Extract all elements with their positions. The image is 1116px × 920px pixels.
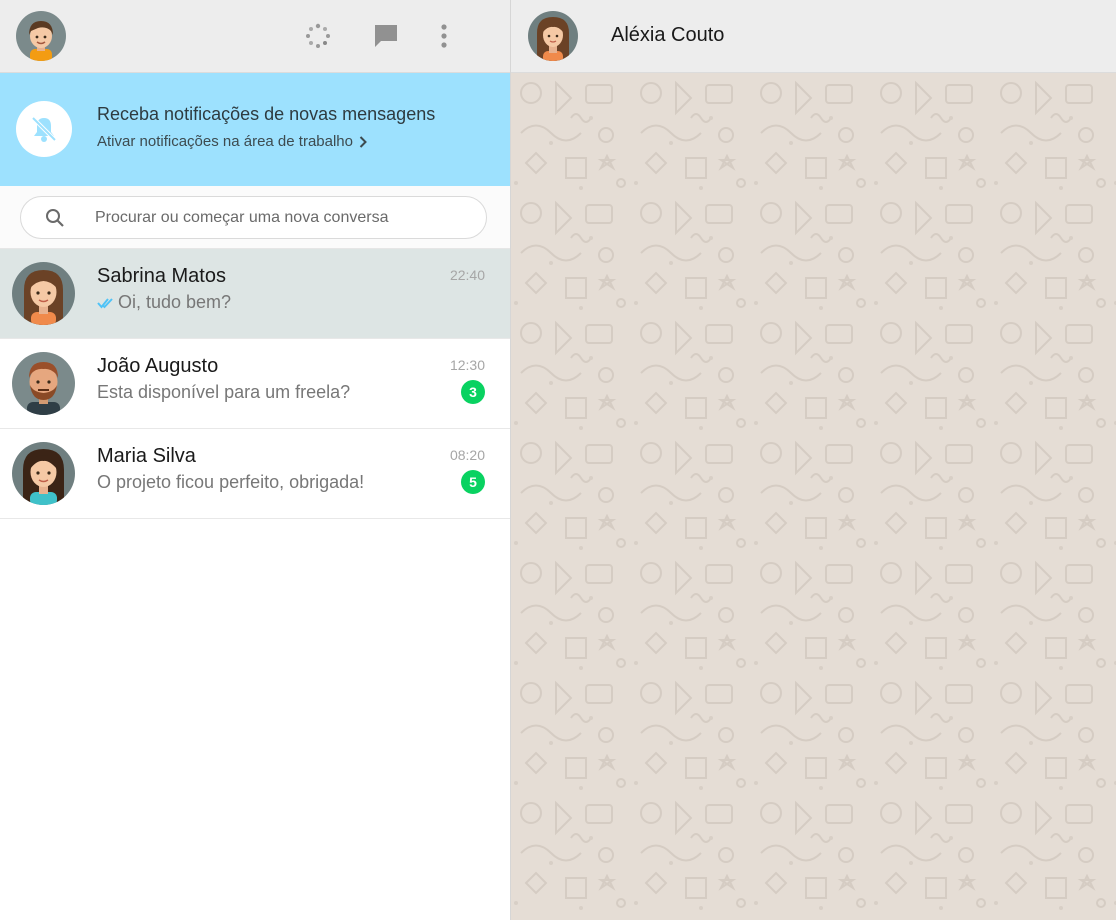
chat-name: Maria Silva: [97, 445, 196, 467]
contact-avatar[interactable]: [528, 11, 578, 61]
chat-last-message: Esta disponível para um freela?: [97, 382, 350, 403]
notification-title: Receba notificações de novas mensagens: [97, 104, 436, 124]
unread-count-badge: 5: [461, 470, 485, 494]
chat-name: João Augusto: [97, 355, 219, 377]
double-check-icon: [97, 297, 113, 309]
enable-notifications-label: Ativar notificações na área de trabalho: [97, 133, 353, 150]
unread-count-badge: 3: [461, 380, 485, 404]
contact-name[interactable]: Aléxia Couto: [611, 24, 724, 47]
enable-notifications-link[interactable]: Ativar notificações na área de trabalho: [97, 133, 367, 150]
chat-item-maria-silva[interactable]: Maria Silva 08:20 O projeto ficou perfei…: [0, 429, 510, 519]
chat-item-joao-augusto[interactable]: João Augusto 12:30 Esta disponível para …: [0, 339, 510, 429]
conversation-header[interactable]: Aléxia Couto: [511, 0, 1116, 73]
avatar: [12, 442, 75, 505]
menu-icon[interactable]: [426, 18, 462, 54]
avatar: [12, 352, 75, 415]
search-icon: [46, 209, 64, 227]
side-header: [0, 0, 510, 73]
my-avatar[interactable]: [16, 11, 66, 61]
chat-wallpaper: [511, 73, 1116, 920]
chat-message-text: Oi, tudo bem?: [118, 292, 232, 312]
search-bar: [0, 186, 510, 249]
chat-last-message: O projeto ficou perfeito, obrigada!: [97, 472, 364, 493]
chat-message-text: Esta disponível para um freela?: [97, 382, 351, 402]
chat-item-sabrina-matos[interactable]: Sabrina Matos 22:40 Oi, tudo bem?: [0, 249, 510, 339]
status-icon[interactable]: [300, 18, 336, 54]
chat-time: 08:20: [449, 447, 485, 463]
chat-last-message: Oi, tudo bem?: [97, 292, 231, 313]
bell-off-icon: [16, 101, 72, 157]
conversation-pane: Aléxia Couto: [510, 0, 1116, 920]
avatar: [12, 262, 75, 325]
new-chat-icon[interactable]: [368, 18, 404, 54]
chat-time: 22:40: [449, 267, 485, 283]
chat-message-text: O projeto ficou perfeito, obrigada!: [97, 472, 365, 492]
search-box[interactable]: [20, 196, 487, 239]
chevron-right-icon: [359, 135, 367, 148]
notification-banner: Receba notificações de novas mensagens A…: [0, 73, 510, 186]
chat-list-pane: Receba notificações de novas mensagens A…: [0, 0, 510, 920]
chat-time: 12:30: [449, 357, 485, 373]
search-input[interactable]: [95, 205, 475, 231]
chat-name: Sabrina Matos: [97, 265, 226, 287]
